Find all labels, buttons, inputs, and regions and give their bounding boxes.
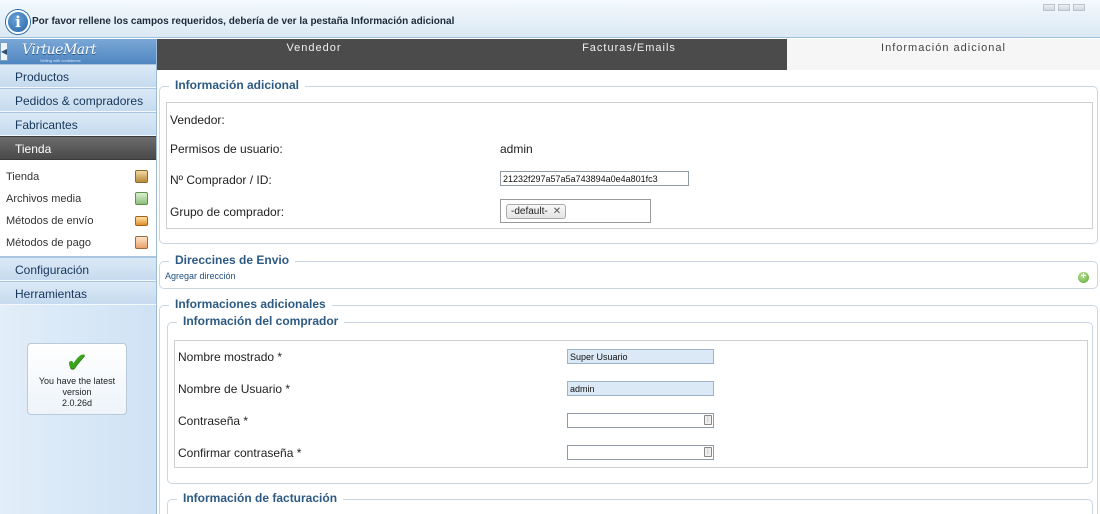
sidebar: ◀ VirtueMart Selling with confidence Pro…: [0, 39, 157, 514]
main-content: Información adicional Vendedor: Permisos…: [157, 70, 1100, 514]
legend-informacion-comprador: Información del comprador: [177, 314, 345, 328]
legend-informaciones-adicionales: Informaciones adicionales: [169, 297, 332, 311]
sidebar-item-configuracion[interactable]: Configuración: [0, 257, 156, 281]
window-control-icon[interactable]: [1043, 4, 1055, 11]
sidebar-item-tienda[interactable]: Tienda: [0, 136, 156, 160]
grupo-chip-label: -default-: [511, 206, 548, 217]
submenu-label: Métodos de envío: [6, 215, 94, 227]
add-address-link[interactable]: Agregar dirección: [165, 271, 236, 281]
payment-icon: [135, 236, 148, 249]
logo-tagline: Selling with confidence: [40, 58, 81, 63]
virtuemart-logo: VirtueMart: [22, 42, 96, 58]
window-control-icon[interactable]: [1058, 4, 1070, 11]
permisos-value: admin: [500, 142, 533, 156]
submenu-item-tienda[interactable]: Tienda: [0, 166, 156, 188]
password-field-wrap: ⋮: [567, 413, 714, 428]
tab-informacion-adicional[interactable]: Información adicional: [787, 39, 1100, 70]
comprador-id-label: Nº Comprador / ID:: [170, 173, 272, 187]
grupo-chip: -default- ✕: [506, 204, 567, 219]
comprador-id-input[interactable]: [500, 171, 689, 186]
grupo-label: Grupo de comprador:: [170, 205, 285, 219]
collapse-sidebar-icon[interactable]: ◀: [0, 42, 8, 61]
vendedor-label: Vendedor:: [170, 113, 225, 127]
submenu-item-archivos-media[interactable]: Archivos media: [0, 188, 156, 210]
password-label: Contraseña *: [178, 414, 249, 428]
fieldset-informacion-adicional: Información adicional Vendedor: Permisos…: [159, 78, 1098, 244]
grupo-select[interactable]: -default- ✕: [500, 199, 651, 223]
password-manager-icon[interactable]: ⋮: [704, 415, 712, 425]
submenu-label: Archivos media: [6, 193, 82, 205]
window-controls: [1040, 0, 1100, 11]
permisos-label: Permisos de usuario:: [170, 142, 283, 156]
submenu-label: Métodos de pago: [6, 237, 92, 249]
truck-icon: [135, 216, 148, 226]
usuario-input[interactable]: [567, 381, 714, 396]
media-icon: [135, 192, 148, 205]
fieldset-informacion-comprador: Información del comprador Nombre mostrad…: [167, 314, 1093, 484]
version-status-box: ✔ You have the latest version 2.0.26d: [27, 343, 127, 415]
window-control-icon[interactable]: [1073, 4, 1085, 11]
tab-facturas-emails[interactable]: Facturas/Emails: [471, 39, 787, 70]
info-icon: i: [6, 10, 30, 34]
shop-icon: [135, 170, 148, 183]
version-line-2: version: [62, 387, 92, 397]
checkmark-icon: ✔: [66, 347, 88, 377]
fieldset-direcciones-envio: Direccines de Envio Agregar dirección +: [159, 253, 1098, 289]
fieldset-informaciones-adicionales: Informaciones adicionales Información de…: [159, 297, 1098, 514]
logo-bar: ◀ VirtueMart Selling with confidence: [0, 39, 156, 64]
submenu-item-metodos-pago[interactable]: Métodos de pago: [0, 232, 156, 254]
info-adicional-table: Vendedor: Permisos de usuario: admin Nº …: [166, 102, 1093, 229]
add-address-icon[interactable]: +: [1078, 272, 1089, 283]
confirm-password-label: Confirmar contraseña *: [178, 446, 302, 460]
tab-vendedor[interactable]: Vendedor: [157, 39, 471, 70]
sidebar-submenu: Tienda Archivos media Métodos de envío M…: [0, 160, 156, 257]
remove-chip-icon[interactable]: ✕: [553, 206, 561, 217]
password-manager-icon[interactable]: ⋮: [704, 447, 712, 457]
legend-informacion-adicional: Información adicional: [169, 78, 306, 92]
version-number: 2.0.26d: [61, 398, 93, 408]
usuario-label: Nombre de Usuario *: [178, 382, 291, 396]
submenu-item-metodos-envio[interactable]: Métodos de envío: [0, 210, 156, 232]
confirm-password-field-wrap: ⋮: [567, 445, 714, 460]
legend-informacion-facturacion: Información de facturación: [177, 491, 344, 505]
legend-direcciones-envio: Direccines de Envio: [169, 253, 296, 267]
fieldset-informacion-facturacion: Información de facturación: [167, 491, 1093, 514]
version-line-1: You have the latest: [38, 376, 116, 386]
nombre-mostrado-label: Nombre mostrado *: [178, 350, 283, 364]
nombre-mostrado-input[interactable]: [567, 349, 714, 364]
sidebar-item-pedidos[interactable]: Pedidos & compradores: [0, 88, 156, 112]
submenu-label: Tienda: [6, 171, 40, 183]
sidebar-item-fabricantes[interactable]: Fabricantes: [0, 112, 156, 136]
comprador-table: Nombre mostrado * Nombre de Usuario * Co…: [174, 340, 1088, 468]
tab-bar: Vendedor Facturas/Emails Información adi…: [157, 39, 1100, 70]
notice-bar: i Por favor rellene los campos requerido…: [0, 0, 1100, 38]
sidebar-item-herramientas[interactable]: Herramientas: [0, 281, 156, 305]
confirm-password-input[interactable]: [567, 445, 714, 460]
password-input[interactable]: [567, 413, 714, 428]
notice-text: Por favor rellene los campos requeridos,…: [32, 16, 455, 27]
sidebar-item-productos[interactable]: Productos: [0, 64, 156, 88]
